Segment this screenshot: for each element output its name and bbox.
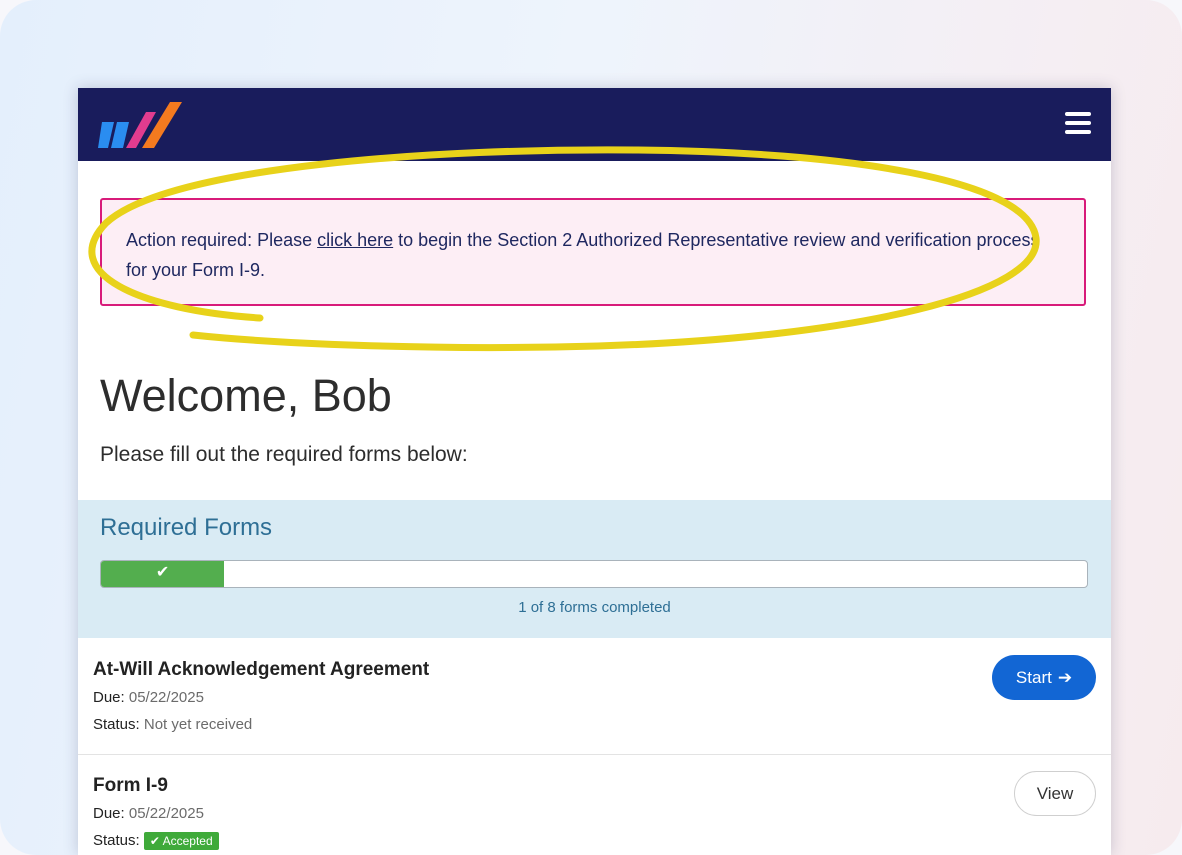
arrow-right-icon: ➔ [1057, 667, 1073, 687]
action-required-alert: Action required: Please click here to be… [100, 198, 1086, 306]
form-due-date: Due: 05/22/2025 [93, 805, 204, 822]
due-value: 05/22/2025 [128, 805, 204, 822]
accepted-status-badge: ✔ Accepted [143, 832, 219, 851]
form-title: At-Will Acknowledgement Agreement [93, 659, 430, 680]
welcome-subtitle: Please fill out the required forms below… [100, 443, 468, 466]
forms-progress-bar: ✔ [100, 560, 1088, 588]
required-forms-heading: Required Forms [100, 514, 273, 541]
start-button[interactable]: Start ➔ [992, 655, 1096, 700]
due-label: Due: [93, 689, 125, 706]
progress-caption: 1 of 8 forms completed [518, 599, 671, 616]
status-label: Status: [93, 832, 140, 849]
start-button-label: Start [1015, 667, 1052, 687]
form-list-item: Form I-9 Due: 05/22/2025 Status: ✔ Accep… [78, 755, 1111, 855]
click-here-link[interactable]: click here [317, 230, 393, 250]
screenshot-frame: Action required: Please click here to be… [0, 0, 1182, 855]
required-forms-panel: Required Forms ✔ 1 of 8 forms completed [78, 500, 1111, 638]
form-title: Form I-9 [93, 775, 168, 796]
due-value: 05/22/2025 [128, 689, 204, 706]
brand-logo-icon[interactable] [98, 100, 188, 152]
form-status: Status: Not yet received [93, 716, 252, 733]
form-due-date: Due: 05/22/2025 [93, 689, 204, 706]
menu-bar-line [1065, 112, 1091, 116]
progress-bar-fill: ✔ [101, 561, 225, 587]
form-status: Status: ✔ Accepted [93, 832, 219, 851]
status-value: Not yet received [143, 716, 253, 733]
top-navigation-bar [78, 88, 1111, 161]
menu-bar-line [1065, 121, 1091, 125]
status-label: Status: [93, 716, 140, 733]
hamburger-menu-icon[interactable] [1065, 112, 1091, 134]
form-list-item: At-Will Acknowledgement Agreement Due: 0… [78, 639, 1111, 755]
app-window: Action required: Please click here to be… [78, 88, 1111, 855]
due-label: Due: [93, 805, 125, 822]
alert-text-prefix: Action required: Please [126, 230, 318, 250]
check-icon: ✔ [155, 562, 170, 581]
menu-bar-line [1065, 130, 1091, 134]
welcome-heading: Welcome, Bob [100, 370, 392, 421]
view-button[interactable]: View [1014, 771, 1096, 816]
